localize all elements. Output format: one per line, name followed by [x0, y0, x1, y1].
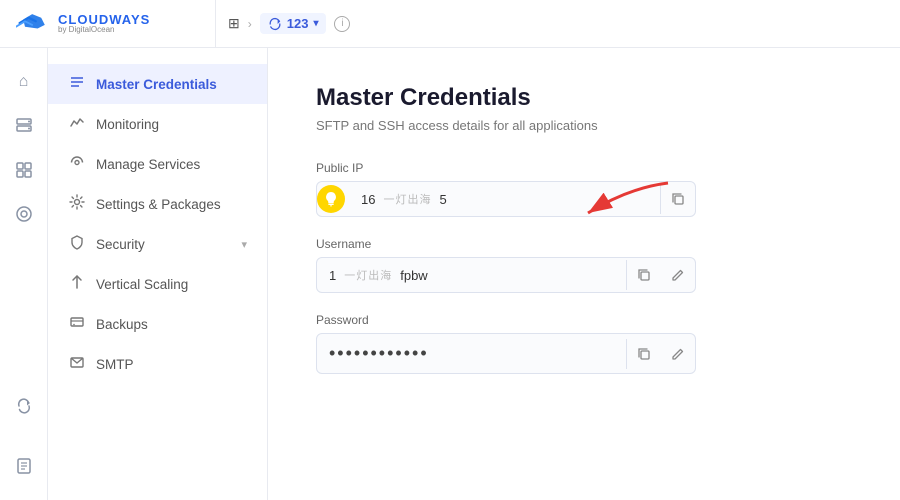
logo-sub-text: by DigitalOcean	[58, 26, 150, 34]
public-ip-row: 16 一灯出海 5	[316, 181, 696, 217]
main-content: Master Credentials SFTP and SSH access d…	[268, 48, 900, 500]
page-title: Master Credentials	[316, 84, 852, 112]
ip-watermark: 一灯出海	[383, 191, 431, 207]
copy-icon-username	[637, 268, 651, 282]
password-row: ••••••••••••	[316, 333, 696, 374]
nav-servers[interactable]	[6, 108, 42, 144]
sync-icon	[15, 397, 33, 415]
sidebar-item-vertical-scaling[interactable]: Vertical Scaling	[48, 264, 267, 304]
sub-sidebar: Master Credentials Monitoring Manage Ser…	[48, 48, 268, 500]
manage-services-icon	[68, 154, 86, 174]
copy-icon-ip	[671, 192, 685, 206]
ip-part1: 16	[361, 192, 375, 207]
file-icon	[15, 457, 33, 475]
nav-monitoring[interactable]	[6, 196, 42, 232]
sidebar-label-vertical-scaling: Vertical Scaling	[96, 277, 188, 292]
monitoring-icon	[15, 205, 33, 223]
ip-indicator-bulb	[317, 185, 345, 213]
sidebar-label-manage-services: Manage Services	[96, 157, 200, 172]
sidebar-item-smtp[interactable]: SMTP	[48, 344, 267, 384]
security-chevron-icon: ▾	[241, 238, 247, 251]
security-icon	[68, 234, 86, 254]
edit-icon-username	[671, 268, 685, 282]
main-layout: ⌂	[0, 48, 900, 500]
page-subtitle: SFTP and SSH access details for all appl…	[316, 118, 852, 133]
sidebar-item-monitoring[interactable]: Monitoring	[48, 104, 267, 144]
top-header: CLOUDWAYS by DigitalOcean ⊞ › 123 ▾ i	[0, 0, 900, 48]
info-icon[interactable]: i	[334, 16, 350, 32]
password-field-group: Password ••••••••••••	[316, 313, 696, 374]
breadcrumb-area: ⊞ › 123 ▾ i	[228, 13, 884, 34]
logo-text: CLOUDWAYS by DigitalOcean	[58, 13, 150, 34]
username-field-group: Username 1 一灯出海 fpbw	[316, 237, 696, 293]
sidebar-label-master-credentials: Master Credentials	[96, 77, 217, 92]
master-credentials-icon	[68, 74, 86, 94]
public-ip-value: 16 一灯出海 5	[349, 182, 660, 216]
sidebar-nav: ⌂	[0, 48, 48, 500]
grid-icon: ⊞	[228, 15, 240, 32]
sidebar-label-monitoring: Monitoring	[96, 117, 159, 132]
username-watermark: 一灯出海	[344, 267, 392, 283]
server-selector[interactable]: 123 ▾	[260, 13, 327, 34]
nav-apps[interactable]	[6, 152, 42, 188]
sidebar-item-master-credentials[interactable]: Master Credentials	[48, 64, 267, 104]
sidebar-label-smtp: SMTP	[96, 357, 134, 372]
copy-icon-password	[637, 347, 651, 361]
monitoring-icon	[68, 114, 86, 134]
edit-username-button[interactable]	[661, 268, 695, 282]
settings-icon	[68, 194, 86, 214]
ip-part2: 5	[439, 192, 446, 207]
smtp-icon	[68, 354, 86, 374]
apps-icon	[15, 161, 33, 179]
refresh-icon	[268, 17, 282, 31]
bulb-icon	[324, 191, 338, 207]
password-value: ••••••••••••	[317, 334, 626, 373]
nav-home[interactable]: ⌂	[6, 64, 42, 100]
sidebar-label-backups: Backups	[96, 317, 148, 332]
password-label: Password	[316, 313, 696, 327]
logo-area: CLOUDWAYS by DigitalOcean	[16, 0, 216, 47]
copy-username-button[interactable]	[627, 268, 661, 282]
sidebar-label-settings: Settings & Packages	[96, 197, 221, 212]
sidebar-label-security: Security	[96, 237, 145, 252]
servers-icon	[15, 117, 33, 135]
public-ip-label: Public IP	[316, 161, 696, 175]
server-id: 123	[287, 16, 309, 31]
username-value: 1 一灯出海 fpbw	[317, 258, 626, 292]
nav-file[interactable]	[6, 448, 42, 484]
password-dots: ••••••••••••	[329, 343, 429, 364]
cloudways-logo-icon	[16, 10, 52, 38]
username-row: 1 一灯出海 fpbw	[316, 257, 696, 293]
nav-sync[interactable]	[6, 388, 42, 424]
edit-password-button[interactable]	[661, 347, 695, 361]
copy-ip-button[interactable]	[661, 192, 695, 206]
backups-icon	[68, 314, 86, 334]
sidebar-item-backups[interactable]: Backups	[48, 304, 267, 344]
server-chevron-icon: ▾	[313, 18, 318, 29]
username-suffix: fpbw	[400, 268, 427, 283]
sidebar-item-manage-services[interactable]: Manage Services	[48, 144, 267, 184]
sidebar-item-settings-packages[interactable]: Settings & Packages	[48, 184, 267, 224]
public-ip-field-group: Public IP 16 一灯出海 5	[316, 161, 696, 217]
breadcrumb-separator: ›	[248, 17, 252, 31]
edit-icon-password	[671, 347, 685, 361]
sidebar-item-security[interactable]: Security ▾	[48, 224, 267, 264]
username-prefix: 1	[329, 268, 336, 283]
vertical-scaling-icon	[68, 274, 86, 294]
copy-password-button[interactable]	[627, 347, 661, 361]
username-label: Username	[316, 237, 696, 251]
